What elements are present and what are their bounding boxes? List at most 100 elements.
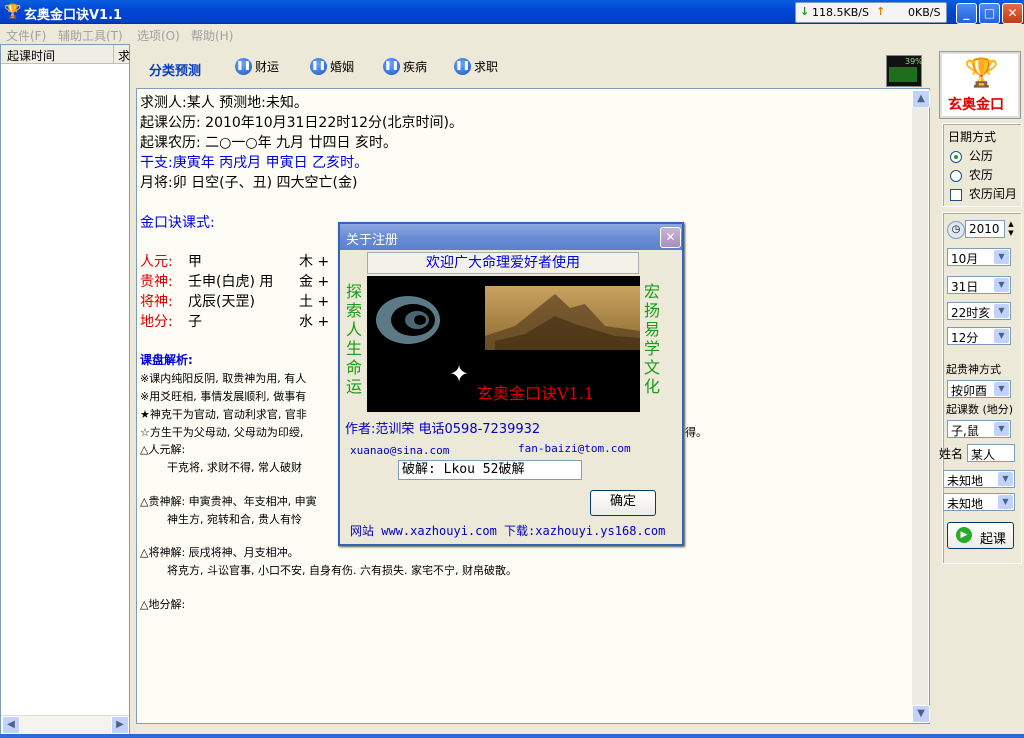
ok-button[interactable]: 确定 [590,490,656,516]
month-select[interactable]: 10月 ▼ [947,248,1011,266]
list-header: 起课时间 求 [1,45,130,64]
text-line: 月将:卯 日空(子、丑) 四大空亡(金) [140,175,358,191]
scroll-up-icon[interactable]: ▲ [912,90,930,108]
chevron-down-icon: ▼ [994,250,1009,264]
text-line: 求测人:某人 预测地:未知。 [140,95,308,111]
logo-box: 🏆 玄奥金口 [939,51,1021,119]
pause-icon: ❚❚ [235,58,252,75]
play-icon: ▶ [956,527,972,543]
text-line: 干克将, 求财不得, 常人破财 [167,461,302,474]
radio-icon[interactable] [950,169,962,182]
year-spinner-icon[interactable]: ▲ ▼ [1005,220,1017,238]
maximize-button[interactable]: □ [979,3,1000,24]
job-button[interactable]: ❚❚ 求职 [454,58,498,78]
network-meter: ↓ 118.5KB/S ↑ 0KB/S [795,2,947,23]
minute-select[interactable]: 12分 ▼ [947,327,1011,345]
row-label: 贵神: [140,274,173,290]
guishen-select[interactable]: 按卯酉 ▼ [947,380,1011,398]
right-vertical-slogan: 宏扬易学文化 [643,282,660,396]
kecount-select[interactable]: 子,鼠 ▼ [947,420,1011,438]
row-label: 将神: [140,294,173,310]
banner-title: 玄奥金口诀V1.1 [477,384,595,403]
text-line: ※用爻旺相, 事情发展顺利, 做事有 [140,390,307,403]
pause-icon: ❚❚ [454,58,471,75]
sparkle-icon: ✦ [449,360,470,388]
column-separator[interactable] [113,45,114,63]
analysis-heading: 课盘解析: [140,353,193,367]
website-links[interactable]: 网站 www.xazhouyi.com 下载:xazhouyi.ys168.co… [350,522,665,539]
chevron-down-icon: ▼ [994,304,1009,318]
text-line: △将神解: 辰戌将神、月支相冲。 [140,546,299,559]
dialog-title-bar[interactable]: 关于注册 ✕ [340,224,682,250]
row-element: 金 + [299,274,330,290]
crack-info-field[interactable]: 破解: Lkou 52破解 [398,460,582,480]
chevron-down-icon: ▼ [998,495,1013,509]
hour-select[interactable]: 22时亥 ▼ [947,302,1011,320]
trophy-icon: 🏆 [4,4,22,20]
close-button[interactable]: ✕ [1002,3,1023,24]
text-vertical-scrollbar[interactable]: ▲ ▼ [912,90,930,723]
category-label[interactable]: 分类预测 [149,60,201,79]
column-query[interactable]: 求 [118,47,130,64]
section-heading: 金口诀课式: [140,215,215,231]
illness-button[interactable]: ❚❚ 疾病 [383,58,427,78]
landscape-painting [485,286,640,350]
scroll-left-icon[interactable]: ◀ [2,716,20,734]
checkbox-icon[interactable] [950,188,962,201]
logo-text: 玄奥金口 [948,97,1004,113]
chevron-down-icon: ▼ [998,472,1013,486]
column-time[interactable]: 起课时间 [7,47,55,64]
checkbox-runyue[interactable]: 农历闰月 [950,185,1017,202]
close-icon[interactable]: ✕ [660,227,681,248]
row-value: 戊辰(天罡) [188,294,255,310]
menu-help[interactable]: 帮助(H) [191,27,233,44]
trophy-icon: 🏆 [964,56,999,89]
pause-icon: ❚❚ [310,58,327,75]
banner-image: ✦ 玄奥金口诀V1.1 [367,276,640,412]
chevron-down-icon: ▼ [994,329,1009,343]
date-mode-label: 日期方式 [948,130,997,144]
guishen-label: 起贵神方式 [946,363,1001,376]
menu-options[interactable]: 选项(O) [137,27,180,44]
pause-icon: ❚❚ [383,58,400,75]
name-label: 姓名 [939,447,964,461]
radio-nongli[interactable]: 农历 [950,166,993,183]
name-input[interactable]: 某人 [967,444,1015,462]
record-list[interactable]: 起课时间 求 ◀ ▶ [0,44,130,734]
swirl-logo-icon [376,296,440,344]
net-down-speed: 118.5KB/S [812,6,869,19]
day-select[interactable]: 31日 ▼ [947,276,1011,294]
email-link-1[interactable]: xuanao@sina.com [350,444,449,457]
radio-gongli[interactable]: 公历 [950,147,993,164]
kecount-label: 起课数 (地分) [946,403,1014,416]
radio-selected-icon[interactable] [950,150,962,163]
chevron-down-icon: ▼ [994,278,1009,292]
place-select-1[interactable]: 未知地 ▼ [943,470,1015,488]
list-horizontal-scrollbar[interactable]: ◀ ▶ [1,715,129,734]
chevron-down-icon: ▼ [994,382,1009,396]
taskbar-edge [0,734,1024,738]
scroll-down-icon[interactable]: ▼ [912,705,930,723]
clock-icon[interactable]: ◷ [947,221,965,239]
author-info: 作者:范训荣 电话0598-7239932 [345,422,541,437]
start-divination-button[interactable]: ▶ 起课 [947,522,1014,549]
scroll-right-icon[interactable]: ▶ [111,716,129,734]
text-line: ※课内纯阳反阴, 取贵神为用, 有人 [140,372,307,385]
net-up-speed: 0KB/S [908,6,941,19]
email-link-2[interactable]: fan-baizi@tom.com [518,442,631,455]
text-line: ★神克干为官动, 官动利求官, 官非 [140,408,307,421]
minimize-button[interactable]: _ [956,3,977,24]
year-field[interactable]: 2010 [965,220,1005,238]
menu-file[interactable]: 文件(F) [6,27,46,44]
date-mode-group: 日期方式 公历 农历 农历闰月 [942,123,1022,207]
marriage-button[interactable]: ❚❚ 婚姻 [310,58,354,78]
row-element: 木 + [299,254,330,270]
wealth-button[interactable]: ❚❚ 财运 [235,58,279,78]
mountain-icon [485,294,640,350]
row-value: 甲 [188,254,202,270]
row-label: 地分: [140,314,173,330]
menu-tools[interactable]: 辅助工具(T) [58,27,123,44]
menu-bar: 文件(F) 辅助工具(T) 选项(O) 帮助(H) [0,24,1024,44]
about-register-dialog: 关于注册 ✕ 欢迎广大命理爱好者使用 探索人生命运 ✦ 玄奥金口诀V1.1 宏扬… [338,222,684,546]
place-select-2[interactable]: 未知地 ▼ [943,493,1015,511]
